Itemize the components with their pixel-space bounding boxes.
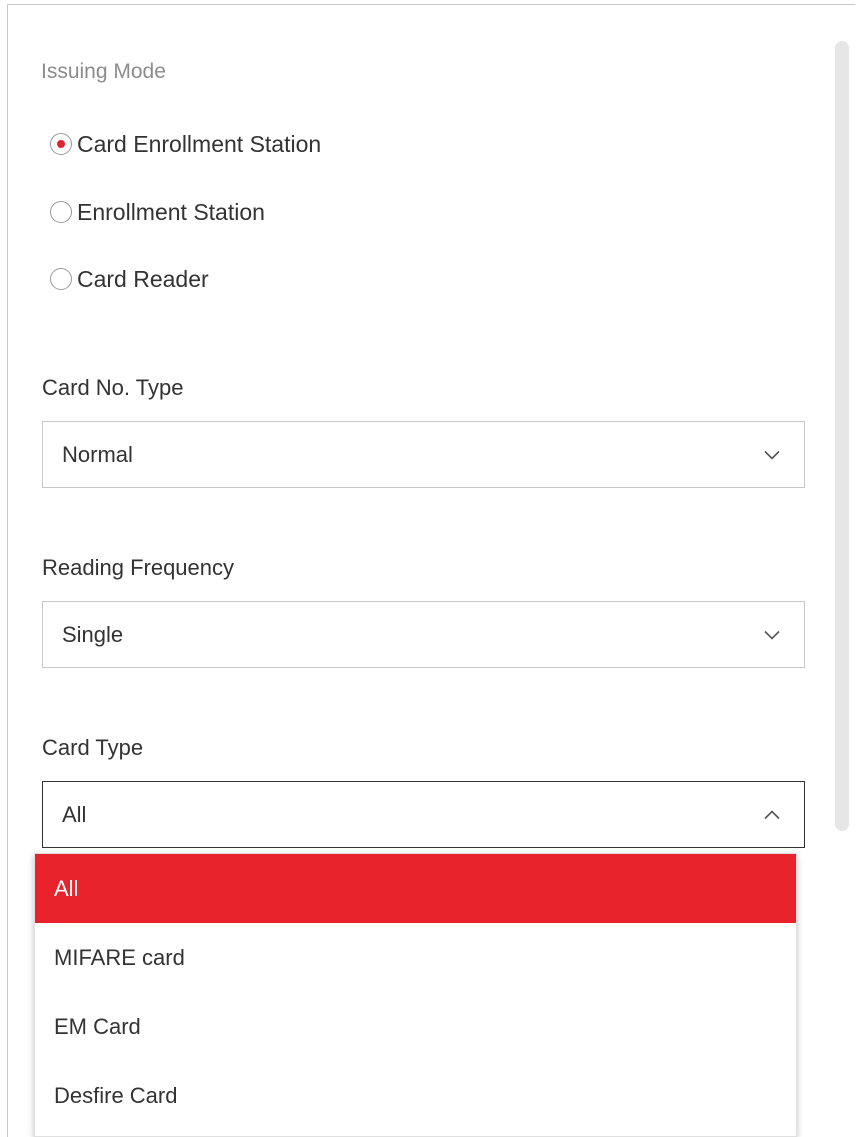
reading-frequency-label: Reading Frequency (42, 555, 235, 580)
card-no-type-select[interactable]: Normal (42, 421, 805, 488)
radio-card-enrollment-station[interactable]: Card Enrollment Station (50, 129, 321, 159)
radio-unchecked-icon (50, 268, 72, 290)
select-value: Normal (62, 441, 133, 467)
reading-frequency-select[interactable]: Single (42, 601, 805, 668)
option-mifare-card[interactable]: MIFARE card (35, 923, 796, 992)
radio-unchecked-icon (50, 201, 72, 223)
chevron-down-icon (752, 623, 792, 647)
radio-card-reader[interactable]: Card Reader (50, 264, 209, 294)
vertical-scrollbar[interactable] (835, 41, 849, 831)
chevron-down-icon (752, 443, 792, 467)
chevron-up-icon (752, 803, 792, 827)
issuing-mode-title: Issuing Mode (41, 60, 166, 83)
option-desfire-card[interactable]: Desfire Card (35, 1061, 796, 1130)
radio-label: Card Enrollment Station (77, 130, 322, 157)
option-all[interactable]: All (35, 854, 796, 923)
card-type-dropdown: All MIFARE card EM Card Desfire Card (34, 853, 797, 1137)
radio-label: Enrollment Station (77, 198, 265, 225)
card-no-type-label: Card No. Type (42, 375, 184, 400)
select-value: All (62, 801, 87, 827)
option-em-card[interactable]: EM Card (35, 992, 796, 1061)
radio-enrollment-station[interactable]: Enrollment Station (50, 197, 265, 227)
card-type-label: Card Type (42, 735, 144, 760)
radio-label: Card Reader (77, 265, 209, 292)
card-type-select[interactable]: All (42, 781, 805, 848)
select-value: Single (62, 621, 124, 647)
radio-checked-icon (50, 133, 72, 155)
